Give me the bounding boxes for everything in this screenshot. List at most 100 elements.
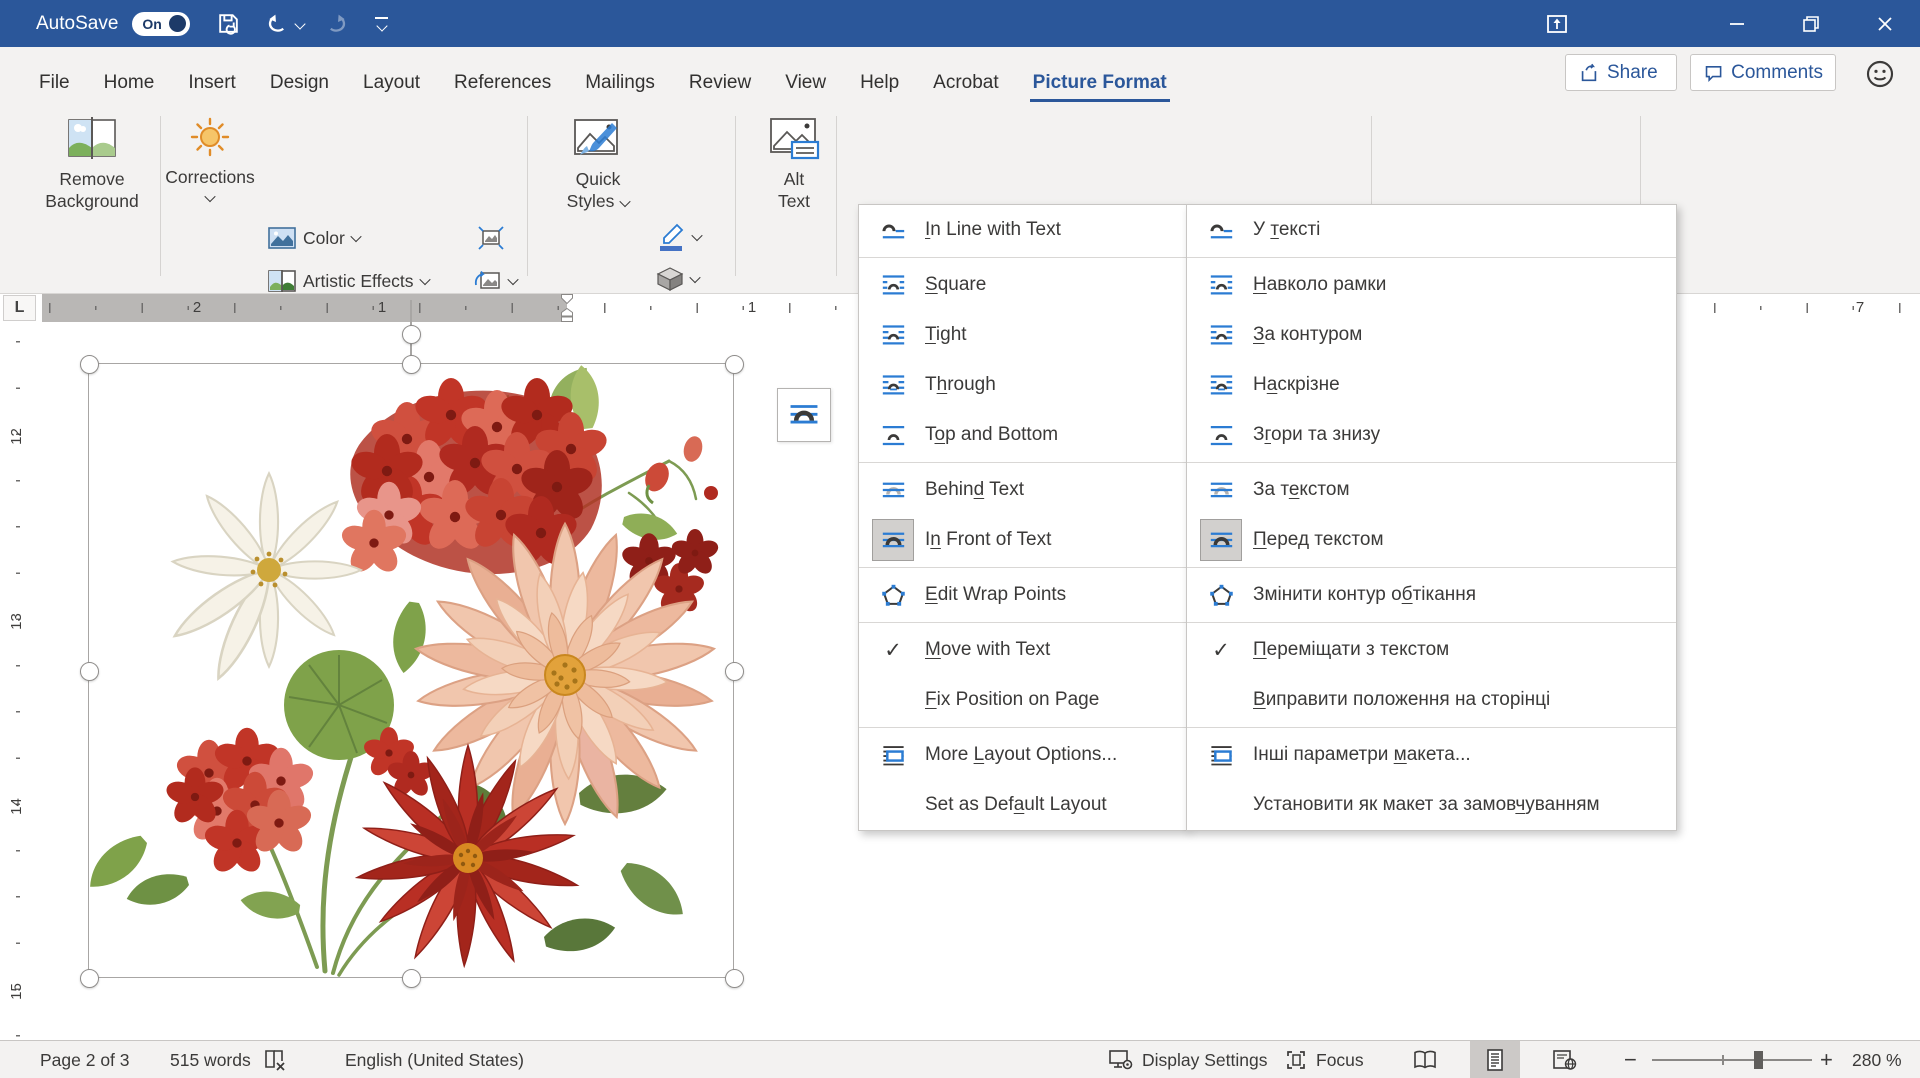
- tab-design[interactable]: Design: [253, 72, 346, 108]
- menu-item-label: Square: [925, 274, 986, 296]
- tab-mailings[interactable]: Mailings: [568, 72, 672, 108]
- zoom-slider-midpoint: [1722, 1055, 1724, 1065]
- menu-item-top-and-bottom[interactable]: Top and Bottom: [859, 410, 1187, 460]
- menu-item-through[interactable]: Through: [859, 360, 1187, 410]
- menu-item-in-line-with-text[interactable]: In Line with Text: [859, 205, 1187, 255]
- zoom-slider-track[interactable]: [1652, 1059, 1812, 1061]
- menu-item-navkolo-ramky[interactable]: Навколо рамки: [1187, 260, 1676, 310]
- language-indicator[interactable]: English (United States): [345, 1041, 524, 1078]
- autosave-toggle[interactable]: On: [132, 12, 190, 36]
- menu-item-square[interactable]: Square: [859, 260, 1187, 310]
- resize-handle-bottom-right[interactable]: [725, 969, 744, 988]
- share-button[interactable]: Share: [1565, 54, 1677, 91]
- resize-handle-bottom-center[interactable]: [402, 969, 421, 988]
- resize-handle-middle-left[interactable]: [80, 662, 99, 681]
- menu-item-peremishchaty-z-tekstom[interactable]: ✓ Переміщати з текстом: [1187, 625, 1676, 675]
- tab-stop-selector[interactable]: L: [3, 295, 36, 321]
- menu-item-tight[interactable]: Tight: [859, 310, 1187, 360]
- menu-item-pered-tekstom[interactable]: Перед текстом: [1187, 515, 1676, 565]
- feedback-smiley-icon[interactable]: [1864, 58, 1896, 90]
- menu-separator: [1187, 622, 1676, 623]
- menu-item-behind-text[interactable]: Behind Text: [859, 465, 1187, 515]
- menu-item-edit-wrap-points[interactable]: Edit Wrap Points: [859, 570, 1187, 620]
- menu-item-fix-position-on-page[interactable]: Fix Position on Page: [859, 675, 1187, 725]
- menu-separator: [1187, 727, 1676, 728]
- customize-quick-access-button[interactable]: [375, 17, 388, 30]
- redo-button[interactable]: [324, 11, 349, 36]
- compress-pictures-button[interactable]: [478, 226, 504, 250]
- zoom-in-button[interactable]: +: [1820, 1041, 1833, 1078]
- corrections-button[interactable]: Corrections: [168, 116, 252, 202]
- tab-references[interactable]: References: [437, 72, 568, 108]
- print-layout-button[interactable]: [1470, 1041, 1520, 1078]
- layout-options-button[interactable]: [777, 388, 831, 442]
- first-line-indent-marker[interactable]: [561, 294, 573, 304]
- minimize-button[interactable]: [1714, 0, 1760, 47]
- color-button[interactable]: Color: [268, 226, 360, 250]
- tab-layout[interactable]: Layout: [346, 72, 437, 108]
- color-icon: [268, 226, 296, 250]
- zoom-out-button[interactable]: −: [1624, 1041, 1637, 1078]
- picture-border-button[interactable]: [656, 222, 701, 252]
- restore-button[interactable]: [1788, 0, 1834, 47]
- menu-item-za-konturom[interactable]: За контуром: [1187, 310, 1676, 360]
- comments-button[interactable]: Comments: [1690, 54, 1836, 91]
- menu-item-move-with-text[interactable]: ✓ Move with Text: [859, 625, 1187, 675]
- zoom-slider-handle[interactable]: [1754, 1051, 1763, 1069]
- empty-icon-slot: [1200, 784, 1242, 826]
- rotation-handle[interactable]: [402, 325, 421, 344]
- menu-item-naskrizne[interactable]: Наскрізне: [1187, 360, 1676, 410]
- menu-item-more-layout-options[interactable]: More Layout Options...: [859, 730, 1187, 780]
- tab-home[interactable]: Home: [87, 72, 172, 108]
- close-button[interactable]: [1862, 0, 1908, 47]
- tab-insert[interactable]: Insert: [171, 72, 253, 108]
- menu-item-za-tekstom[interactable]: За текстом: [1187, 465, 1676, 515]
- ribbon-display-options-icon: [1545, 12, 1569, 36]
- resize-handle-bottom-left[interactable]: [80, 969, 99, 988]
- focus-button[interactable]: Focus: [1284, 1041, 1364, 1078]
- display-settings-button[interactable]: Display Settings: [1108, 1041, 1267, 1078]
- resize-handle-middle-right[interactable]: [725, 662, 744, 681]
- resize-handle-top-right[interactable]: [725, 355, 744, 374]
- vertical-ruler[interactable]: 12 13 14 15: [0, 322, 40, 1040]
- picture-effects-button[interactable]: [656, 266, 699, 292]
- resize-handle-top-center[interactable]: [402, 355, 421, 374]
- tab-review[interactable]: Review: [672, 72, 768, 108]
- change-picture-button[interactable]: [474, 269, 517, 293]
- ribbon-display-options-button[interactable]: [1534, 0, 1580, 47]
- menu-item-ustanovyty-yak-maket[interactable]: Установити як макет за замовчуванням: [1187, 780, 1676, 830]
- save-button[interactable]: [216, 11, 241, 36]
- hanging-indent-marker[interactable]: [561, 308, 573, 322]
- menu-item-zhory-ta-znyzu[interactable]: Згори та знизу: [1187, 410, 1676, 460]
- resize-handle-top-left[interactable]: [80, 355, 99, 374]
- tab-file[interactable]: File: [22, 72, 87, 108]
- tab-picture-format[interactable]: Picture Format: [1016, 72, 1184, 108]
- remove-background-button[interactable]: Remove Background: [34, 116, 150, 212]
- page-indicator[interactable]: Page 2 of 3: [40, 1041, 130, 1078]
- menu-item-set-as-default-layout[interactable]: Set as Default Layout: [859, 780, 1187, 830]
- menu-item-inshi-parametry-maketa[interactable]: Інші параметри макета...: [1187, 730, 1676, 780]
- tab-help[interactable]: Help: [843, 72, 916, 108]
- menu-item-label: Установити як макет за замовчуванням: [1253, 794, 1600, 816]
- tab-view[interactable]: View: [768, 72, 843, 108]
- remove-background-icon: [66, 116, 118, 160]
- change-picture-icon: [474, 269, 502, 293]
- proofing-errors-button[interactable]: [262, 1041, 288, 1078]
- artistic-effects-button[interactable]: Artistic Effects: [268, 269, 429, 293]
- alt-text-button[interactable]: Alt Text: [752, 116, 836, 212]
- web-layout-button[interactable]: [1540, 1041, 1590, 1078]
- tab-acrobat[interactable]: Acrobat: [916, 72, 1015, 108]
- menu-item-u-teksti[interactable]: У тексті: [1187, 205, 1676, 255]
- menu-item-label: Move with Text: [925, 639, 1050, 661]
- menu-item-vypravyty-polozhennia[interactable]: Виправити положення на сторінці: [1187, 675, 1676, 725]
- undo-button[interactable]: [265, 11, 304, 36]
- word-count[interactable]: 515 words: [170, 1041, 251, 1078]
- zoom-level[interactable]: 280 %: [1852, 1041, 1902, 1078]
- menu-item-zminyty-kontur[interactable]: Змінити контур обтікання: [1187, 570, 1676, 620]
- quick-styles-button[interactable]: Quick Styles: [548, 116, 648, 212]
- menu-item-in-front-of-text[interactable]: In Front of Text: [859, 515, 1187, 565]
- read-mode-button[interactable]: [1400, 1041, 1450, 1078]
- quick-styles-chevron-icon: [620, 196, 631, 207]
- comments-label: Comments: [1731, 62, 1823, 84]
- image-selection-frame[interactable]: [88, 363, 734, 978]
